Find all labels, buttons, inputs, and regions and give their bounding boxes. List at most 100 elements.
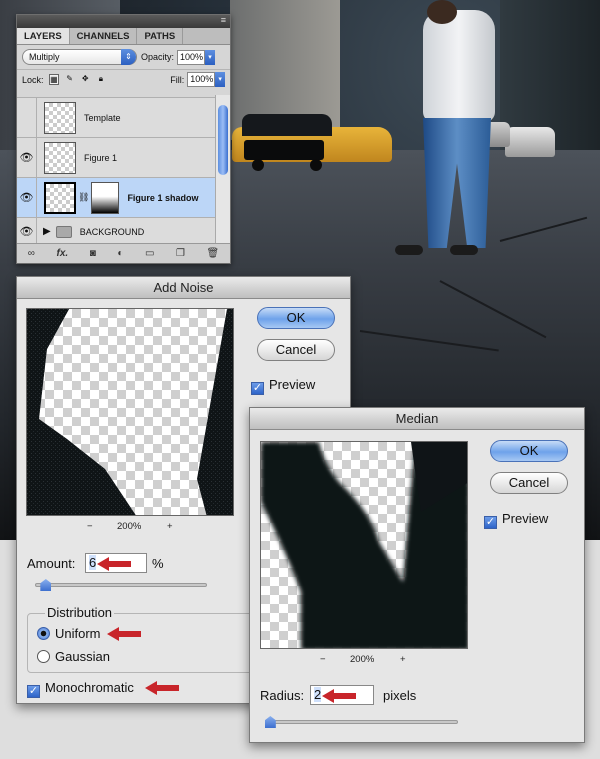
taxi-car: [232, 112, 392, 172]
panel-tabs: LAYERS CHANNELS PATHS: [17, 28, 230, 45]
cancel-button[interactable]: Cancel: [257, 339, 335, 361]
radius-slider-track[interactable]: [266, 720, 458, 724]
preview-checkbox[interactable]: ✓ Preview: [484, 511, 548, 529]
adjustment-icon[interactable]: ◐: [117, 248, 123, 259]
folder-icon: [55, 225, 72, 238]
fill-arrow-icon[interactable]: ▾: [215, 72, 225, 87]
radius-unit: pixels: [383, 688, 417, 703]
radius-slider-thumb[interactable]: [264, 716, 276, 728]
layer-thumbnail: [44, 141, 76, 174]
eye-icon[interactable]: 👁︎: [17, 217, 37, 245]
shadow-shape: [27, 309, 233, 515]
ok-button[interactable]: OK: [257, 307, 335, 329]
uniform-radio[interactable]: Uniform: [37, 626, 101, 641]
monochromatic-checkbox[interactable]: ✓ Monochromatic: [27, 680, 134, 698]
preview-label: Preview: [269, 377, 316, 392]
gaussian-label: Gaussian: [55, 649, 110, 664]
lock-row: Lock: ▦ ✎ ✥ 🔒︎ Fill: 100% ▾: [17, 69, 230, 89]
zoom-in-button[interactable]: +: [167, 521, 173, 532]
amount-label: Amount:: [27, 556, 76, 571]
layer-row-template[interactable]: Template: [17, 97, 217, 138]
eye-icon[interactable]: 👁︎: [17, 137, 37, 178]
uniform-label: Uniform: [55, 626, 101, 641]
chevron-down-icon: ⇕: [121, 49, 136, 65]
checkmark-icon: ✓: [251, 382, 264, 395]
radius-label: Radius:: [260, 688, 305, 703]
layers-bottom-bar: ∞ fx. ◙ ◐ ▭ ❐ 🗑︎: [17, 243, 230, 263]
tab-paths[interactable]: PATHS: [137, 28, 184, 44]
blend-mode-value: Multiply: [29, 52, 60, 62]
trash-icon[interactable]: 🗑︎: [206, 248, 219, 259]
panel-titlebar[interactable]: ≡: [17, 15, 230, 28]
zoom-out-button[interactable]: −: [320, 654, 326, 665]
distribution-group: [27, 613, 267, 673]
zoom-in-button[interactable]: +: [400, 654, 406, 665]
fx-icon[interactable]: fx.: [56, 248, 68, 259]
link-icon[interactable]: ∞: [28, 248, 35, 259]
layer-row-background-group[interactable]: 👁︎ ▶ BACKGROUND: [17, 217, 217, 245]
amount-slider-track[interactable]: [35, 583, 207, 587]
opacity-label: Opacity:: [141, 52, 175, 62]
lock-position-icon[interactable]: ✥: [80, 74, 91, 85]
layers-panel: ≡ LAYERS CHANNELS PATHS Multiply ⇕ Opaci…: [16, 14, 231, 264]
tab-layers[interactable]: LAYERS: [17, 28, 70, 44]
fill-field[interactable]: 100%: [187, 72, 216, 87]
median-dialog: Median − 200% + OK Cancel ✓ Preview Radiu…: [249, 407, 585, 743]
layers-scrollbar[interactable]: [215, 95, 230, 243]
tab-channels[interactable]: CHANNELS: [70, 28, 138, 44]
mask-icon[interactable]: ◙: [90, 248, 96, 259]
fill-label: Fill:: [170, 74, 185, 85]
preview-label: Preview: [502, 511, 549, 526]
expand-triangle-icon[interactable]: ▶: [43, 226, 51, 237]
layer-name: Figure 1 shadow: [127, 192, 199, 203]
lock-transparency-icon[interactable]: ▦: [48, 74, 60, 85]
lock-pixels-icon[interactable]: ✎: [64, 74, 75, 85]
highlight-arrow: [97, 557, 131, 571]
blend-mode-select[interactable]: Multiply ⇕: [22, 49, 137, 65]
blend-row: Multiply ⇕ Opacity: 100% ▾: [17, 45, 230, 69]
ok-button[interactable]: OK: [490, 440, 568, 462]
layer-name: Template: [84, 112, 121, 123]
radius-value: 2: [314, 687, 322, 702]
new-layer-icon[interactable]: ❐: [176, 248, 185, 259]
layer-thumbnail: [44, 101, 76, 134]
opacity-arrow-icon[interactable]: ▾: [205, 49, 216, 65]
panel-menu-icon[interactable]: ≡: [221, 15, 226, 25]
scroll-knob[interactable]: [218, 105, 228, 175]
radio-unselected-icon: [37, 650, 50, 663]
layer-mask-thumbnail[interactable]: [91, 181, 120, 214]
median-preview[interactable]: [260, 441, 468, 649]
lock-all-icon[interactable]: 🔒︎: [96, 74, 107, 85]
shadow-shape: [261, 442, 467, 648]
zoom-level: 200%: [117, 521, 142, 532]
highlight-arrow: [145, 681, 179, 695]
highlight-arrow: [322, 689, 356, 703]
layer-name: Figure 1: [84, 152, 118, 163]
chain-link-icon: ⛓︎: [78, 192, 90, 202]
layer-row-figure-1-shadow[interactable]: 👁︎ ⛓︎ Figure 1 shadow: [17, 177, 217, 218]
layer-row-figure-1[interactable]: 👁︎ Figure 1: [17, 137, 217, 178]
opacity-field[interactable]: 100%: [177, 49, 206, 65]
man-figure: [395, 0, 505, 260]
layer-thumbnail: [44, 181, 76, 214]
checkmark-icon: ✓: [484, 516, 497, 529]
checkmark-icon: ✓: [27, 685, 40, 698]
amount-unit: %: [152, 556, 164, 571]
parked-car: [505, 127, 555, 157]
distribution-label: Distribution: [45, 605, 115, 620]
folder-icon[interactable]: ▭: [145, 248, 154, 259]
zoom-level: 200%: [350, 654, 375, 665]
preview-checkbox[interactable]: ✓ Preview: [251, 377, 315, 395]
noise-preview[interactable]: [26, 308, 234, 516]
amount-slider-thumb[interactable]: [40, 579, 52, 591]
eye-icon[interactable]: 👁︎: [17, 177, 37, 218]
cancel-button[interactable]: Cancel: [490, 472, 568, 494]
visibility-toggle-off[interactable]: [17, 97, 37, 138]
radio-selected-icon: [37, 627, 50, 640]
monochromatic-label: Monochromatic: [45, 680, 134, 695]
dialog-title: Add Noise: [17, 277, 350, 299]
zoom-out-button[interactable]: −: [87, 521, 93, 532]
layer-list: Template 👁︎ Figure 1 👁︎ ⛓︎ Figure 1 shad…: [17, 97, 217, 245]
gaussian-radio[interactable]: Gaussian: [37, 649, 110, 664]
layer-name: BACKGROUND: [79, 226, 145, 237]
